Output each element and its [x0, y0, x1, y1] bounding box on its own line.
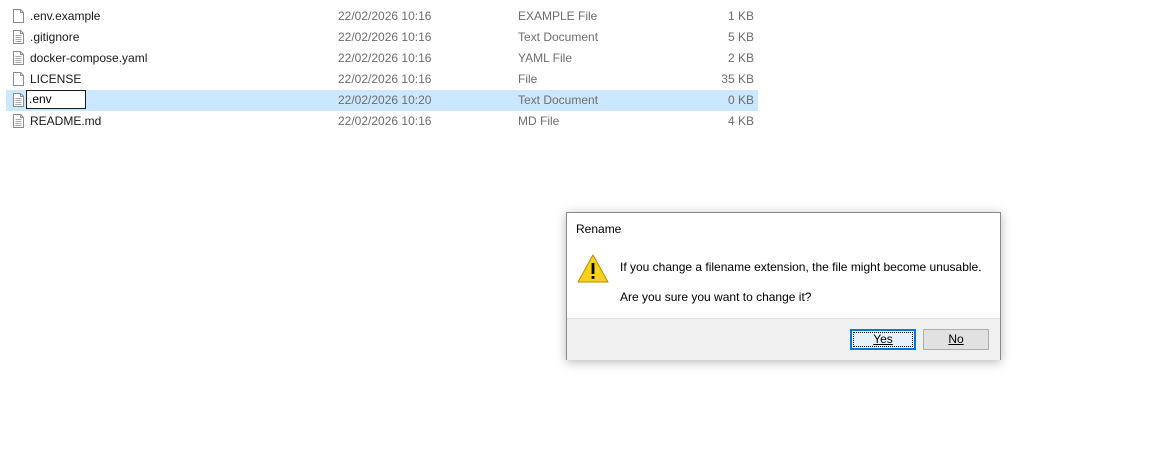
rename-dialog: Rename If you change a filename extensio… [566, 212, 1001, 360]
no-button[interactable]: No [923, 329, 989, 350]
file-list: .env.example 22/02/2026 10:16 EXAMPLE Fi… [0, 6, 760, 132]
file-type: EXAMPLE File [518, 9, 598, 23]
yes-button-label: Yes [873, 332, 893, 346]
file-icon [13, 72, 24, 86]
yes-button[interactable]: Yes [850, 329, 916, 350]
file-type: Text Document [518, 30, 599, 44]
file-row-gitignore[interactable]: .gitignore 22/02/2026 10:16 Text Documen… [0, 27, 760, 48]
dialog-title: Rename [576, 222, 622, 236]
warning-icon [577, 254, 609, 283]
file-date: 22/02/2026 10:20 [338, 93, 432, 107]
text-file-icon [13, 93, 24, 107]
dialog-footer: Yes No [567, 318, 1000, 360]
file-row-readme[interactable]: README.md 22/02/2026 10:16 MD File 4 KB [0, 111, 760, 132]
file-row-env-example[interactable]: .env.example 22/02/2026 10:16 EXAMPLE Fi… [0, 6, 760, 27]
file-name: .gitignore [30, 30, 80, 44]
file-name: .env.example [30, 9, 101, 23]
file-row-env[interactable]: .env 22/02/2026 10:20 Text Document 0 KB [6, 90, 758, 111]
text-file-icon [13, 30, 24, 44]
file-type: YAML File [518, 51, 573, 65]
no-button-label: No [948, 332, 964, 346]
file-name: LICENSE [30, 72, 82, 86]
file-size: 1 KB [727, 9, 754, 23]
file-row-license[interactable]: LICENSE 22/02/2026 10:16 File 35 KB [0, 69, 760, 90]
file-type: Text Document [518, 93, 599, 107]
file-row-docker-compose[interactable]: docker-compose.yaml 22/02/2026 10:16 YAM… [0, 48, 760, 69]
text-file-icon [13, 51, 24, 65]
file-date: 22/02/2026 10:16 [338, 72, 432, 86]
dialog-question: Are you sure you want to change it? [620, 290, 812, 304]
file-size: 0 KB [727, 93, 754, 107]
file-date: 22/02/2026 10:16 [338, 9, 432, 23]
dialog-message: If you change a filename extension, the … [620, 260, 982, 274]
file-size: 5 KB [727, 30, 754, 44]
file-name: docker-compose.yaml [30, 51, 148, 65]
file-name: README.md [30, 114, 102, 128]
text-file-icon [13, 114, 24, 128]
rename-input[interactable]: .env [26, 90, 86, 109]
file-type: MD File [518, 114, 560, 128]
file-type: File [518, 72, 538, 86]
file-date: 22/02/2026 10:16 [338, 114, 432, 128]
file-size: 2 KB [727, 51, 754, 65]
file-size: 35 KB [721, 72, 754, 86]
file-date: 22/02/2026 10:16 [338, 30, 432, 44]
file-date: 22/02/2026 10:16 [338, 51, 432, 65]
file-size: 4 KB [727, 114, 754, 128]
file-icon [13, 9, 24, 23]
